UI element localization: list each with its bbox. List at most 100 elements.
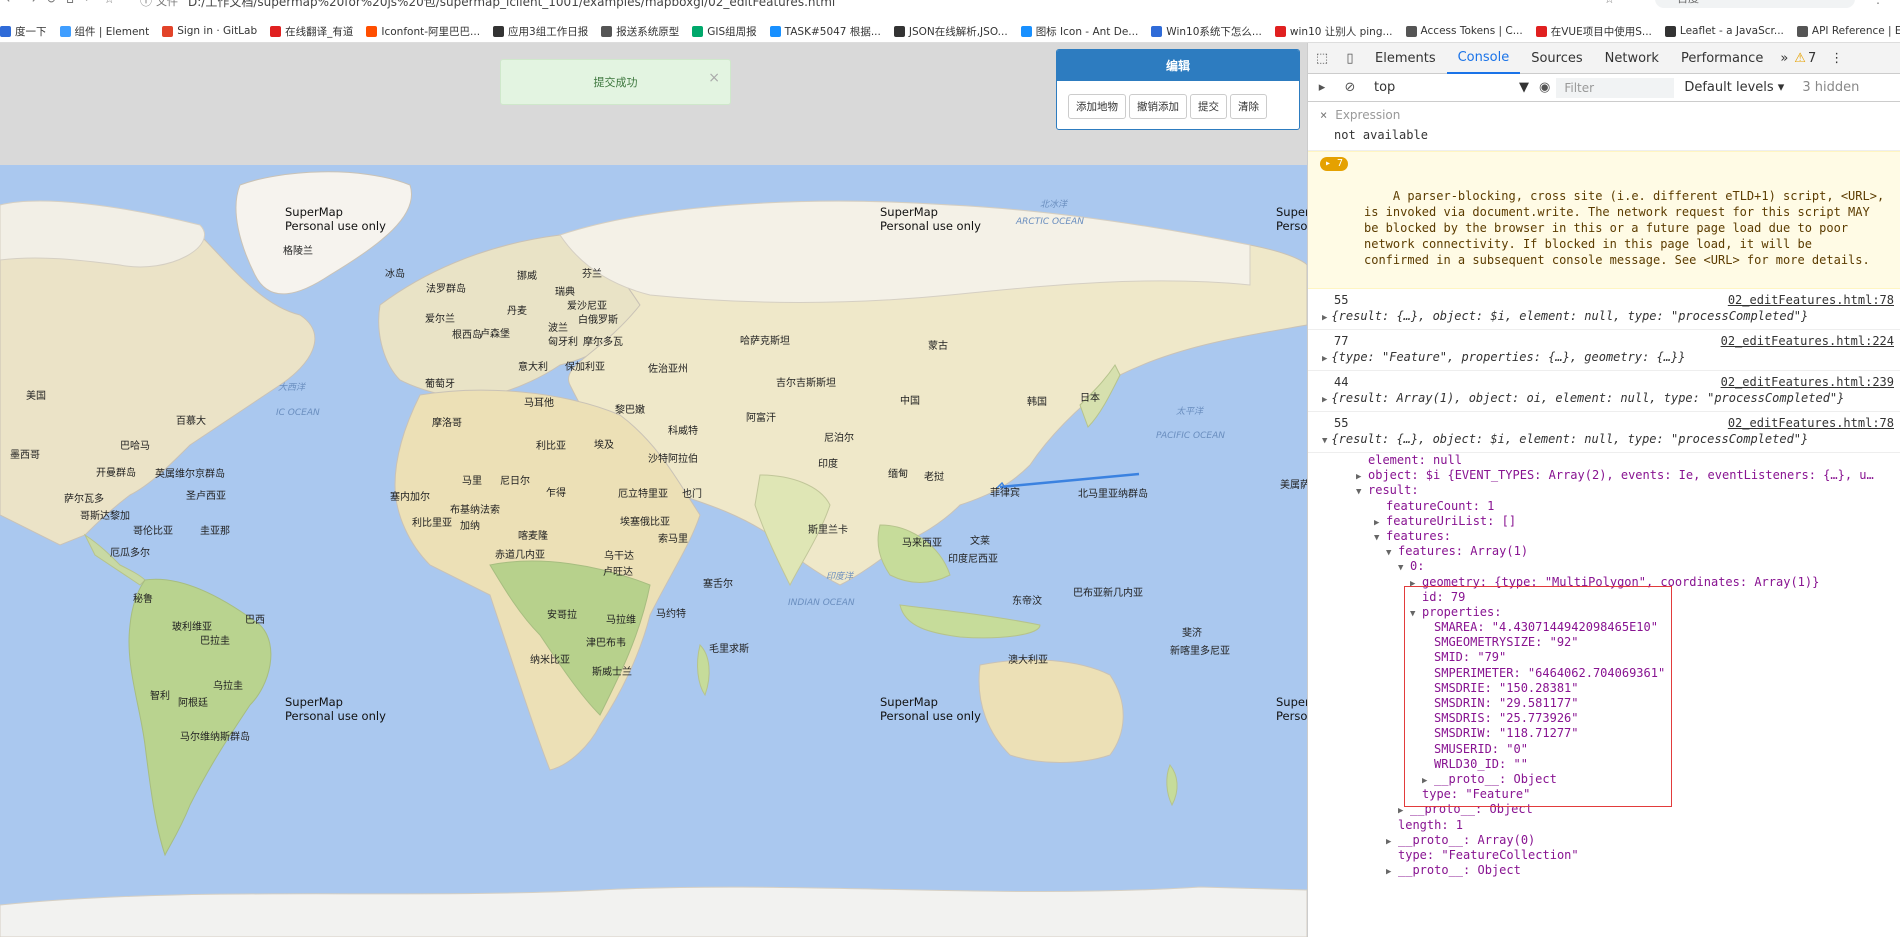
bookmark-item[interactable]: Sign in · GitLab xyxy=(162,25,257,37)
bookmark-item[interactable]: GIS组周报 xyxy=(692,24,757,39)
submit-button[interactable]: 提交 xyxy=(1190,94,1227,119)
map-label: 墨西哥 xyxy=(10,450,40,461)
star-icon[interactable]: ☆ xyxy=(1604,0,1615,6)
tab-network[interactable]: Network xyxy=(1594,43,1670,74)
tree-node[interactable]: ▼ 0: xyxy=(1314,559,1900,574)
tree-node: SMSDRIE: "150.28381" xyxy=(1314,681,1900,696)
source-link[interactable]: 02_editFeatures.html:78 xyxy=(1728,292,1894,308)
context-select[interactable]: top ▼ xyxy=(1364,80,1529,95)
bookmark-item[interactable]: Leaflet - a JavaScr... xyxy=(1664,25,1784,37)
menu-icon[interactable]: ⋮ xyxy=(1872,0,1884,6)
map-label: 乌拉圭 xyxy=(213,681,243,692)
close-icon[interactable]: × xyxy=(1320,108,1327,122)
tree-node[interactable]: ▶ featureUriList: [] xyxy=(1314,514,1900,529)
nav-buttons-icon[interactable]: ←→↻⌂↶☆ xyxy=(6,0,125,6)
bookmark-favicon-icon xyxy=(1405,25,1417,37)
bookmark-item[interactable]: 报送系统原型 xyxy=(601,24,679,39)
bookmark-item[interactable]: JSON在线解析,JSO... xyxy=(893,24,1008,39)
console-warning[interactable]: ▸ 7 A parser-blocking, cross site (i.e. … xyxy=(1308,151,1900,289)
expand-triangle-icon[interactable]: ▼ xyxy=(1356,485,1368,500)
tree-node: type: "FeatureCollection" xyxy=(1314,848,1900,863)
eye-icon[interactable]: ◉ xyxy=(1539,80,1550,95)
tree-node-text: length: 1 xyxy=(1398,817,1464,832)
expand-triangle-icon[interactable]: ▶ xyxy=(1322,313,1327,323)
expand-triangle-icon[interactable]: ▶ xyxy=(1322,395,1327,405)
expand-triangle-icon[interactable]: ▼ xyxy=(1410,607,1422,622)
more-tabs-icon[interactable]: » xyxy=(1774,51,1794,66)
tree-node[interactable]: ▼ properties: xyxy=(1314,605,1900,620)
bookmark-item[interactable]: 组件 | Element xyxy=(59,24,149,39)
console-entry[interactable]: 55 02_editFeatures.html:78 ▶ {result: {…}, … xyxy=(1308,289,1900,330)
expression-label: Expression xyxy=(1335,108,1401,122)
tab-console[interactable]: Console xyxy=(1446,43,1521,74)
map-label: 科威特 xyxy=(668,426,698,437)
source-link[interactable]: 02_editFeatures.html:224 xyxy=(1721,333,1894,349)
warning-badge: ▸ 7 xyxy=(1320,157,1349,171)
tab-elements[interactable]: Elements xyxy=(1364,43,1447,74)
tab-performance[interactable]: Performance xyxy=(1670,43,1774,74)
bookmark-item[interactable]: 在VUE项目中使用S... xyxy=(1535,24,1652,39)
bookmark-item[interactable]: TASK#5047 根据... xyxy=(769,24,881,39)
bookmark-item[interactable]: Access Tokens | C... xyxy=(1405,25,1523,37)
console-entry[interactable]: 55 02_editFeatures.html:78 ▼ {result: {…}, … xyxy=(1308,412,1900,453)
inspect-icon[interactable]: ⬚ xyxy=(1308,43,1336,74)
expand-triangle-icon[interactable]: ▶ xyxy=(1386,865,1398,880)
tab-sources[interactable]: Sources xyxy=(1520,43,1593,74)
console-entry[interactable]: 44 02_editFeatures.html:239 ▶ {result: Arra… xyxy=(1308,371,1900,412)
bookmark-item[interactable]: Win10系统下怎么... xyxy=(1151,24,1262,39)
bookmark-item[interactable]: 图标 Icon - Ant De... xyxy=(1020,24,1138,39)
watermark-line2: Personal use only xyxy=(880,709,981,723)
world-map[interactable]: SuperMap Personal use only SuperMap Person… xyxy=(0,165,1307,937)
tree-node[interactable]: ▶ __proto__: Object xyxy=(1314,863,1900,878)
device-toolbar-icon[interactable]: ▯ xyxy=(1336,43,1364,74)
map-label: 挪威 xyxy=(517,271,537,282)
map-label: 秘鲁 xyxy=(133,594,153,605)
expand-triangle-icon[interactable]: ▼ xyxy=(1386,546,1398,561)
expand-triangle-icon[interactable]: ▼ xyxy=(1398,561,1410,576)
tree-node[interactable]: ▶ __proto__: Object xyxy=(1314,802,1900,817)
map-label: 毛里求斯 xyxy=(709,644,749,655)
expand-triangle-icon[interactable]: ▼ xyxy=(1374,531,1386,546)
tree-node[interactable]: ▼ result: xyxy=(1314,483,1900,498)
tree-node[interactable]: ▶ __proto__: Object xyxy=(1314,772,1900,787)
info-icon[interactable]: ⓘ xyxy=(140,0,152,9)
tree-node-text: 0: xyxy=(1410,559,1425,574)
map-label: 马耳他 xyxy=(524,398,554,409)
bookmark-item[interactable]: API Reference | Es... xyxy=(1796,25,1900,37)
bookmark-item[interactable]: win10 让别人 ping... xyxy=(1274,24,1393,39)
warning-text: A parser-blocking, cross site (i.e. diff… xyxy=(1364,189,1885,267)
source-link[interactable]: 02_editFeatures.html:239 xyxy=(1721,374,1894,390)
map-label: 乌干达 xyxy=(604,551,634,562)
clear-console-icon[interactable]: ⊘ xyxy=(1336,80,1364,95)
tree-node[interactable]: ▼ features: Array(1) xyxy=(1314,544,1900,559)
console-entry[interactable]: 77 02_editFeatures.html:224 ▶ {type: "Featu… xyxy=(1308,330,1900,371)
warning-count[interactable]: 7 xyxy=(1808,51,1816,66)
close-icon[interactable]: × xyxy=(708,70,720,86)
tree-node: element: null xyxy=(1314,453,1900,468)
tree-node-text: SMAREA: "4.4307144942098465E10" xyxy=(1434,620,1658,635)
map-label: 黎巴嫩 xyxy=(615,405,645,416)
expand-triangle-icon[interactable]: ▼ xyxy=(1322,436,1327,446)
expand-triangle-icon[interactable]: ▶ xyxy=(1322,354,1327,364)
tree-node[interactable]: ▶ geometry: {type: "MultiPolygon", coordi… xyxy=(1314,575,1900,590)
search-box[interactable]: 百度 xyxy=(1655,0,1855,8)
tree-node[interactable]: ▶ __proto__: Array(0) xyxy=(1314,833,1900,848)
tree-node[interactable]: ▼ features: xyxy=(1314,529,1900,544)
levels-select[interactable]: Default levels ▾ xyxy=(1684,80,1784,95)
map-label: 尼日尔 xyxy=(500,476,530,487)
tree-node[interactable]: ▶ object: $i {EVENT_TYPES: Array(2), even… xyxy=(1314,468,1900,483)
bookmark-item[interactable]: 度一下 xyxy=(0,24,47,39)
menu-icon[interactable]: ⋮ xyxy=(1830,51,1843,66)
source-link[interactable]: 02_editFeatures.html:78 xyxy=(1728,415,1894,431)
filter-input[interactable]: Filter xyxy=(1556,77,1675,98)
url-field[interactable]: D:/工作文档/supermap%20for%20js%20包/supermap… xyxy=(188,0,835,10)
map-label: 英属维尔京群岛 xyxy=(155,469,225,480)
sidebar-toggle-icon[interactable]: ▸ xyxy=(1308,80,1336,95)
add-feature-button[interactable]: 添加地物 xyxy=(1068,94,1126,119)
clear-button[interactable]: 清除 xyxy=(1230,94,1267,119)
bookmark-item[interactable]: 在线翻译_有道 xyxy=(270,24,353,39)
bookmark-item[interactable]: 应用3组工作日报 xyxy=(493,24,588,39)
page-header-area: 提交成功 × 编辑 添加地物 撤销添加 提交 清除 xyxy=(0,43,1307,165)
bookmark-item[interactable]: Iconfont-阿里巴巴... xyxy=(366,24,480,39)
undo-add-button[interactable]: 撤销添加 xyxy=(1129,94,1187,119)
